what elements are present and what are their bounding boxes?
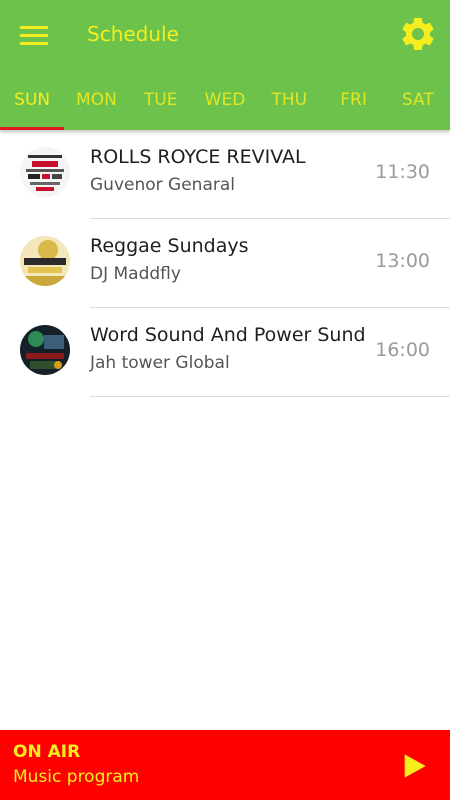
list-item[interactable]: ROLLS ROYCE REVIVAL Guvenor Genaral 11:3…	[20, 130, 450, 219]
tab-fri[interactable]: FRI	[321, 78, 385, 130]
play-icon[interactable]	[400, 752, 428, 780]
tab-sun[interactable]: SUN	[0, 78, 65, 130]
show-time: 16:00	[375, 339, 430, 361]
day-tabs: SUN MON TUE WED THU FRI SAT	[0, 78, 450, 130]
tab-wed[interactable]: WED	[193, 78, 257, 130]
show-thumbnail	[20, 236, 70, 286]
show-title: Word Sound And Power Sund	[90, 324, 366, 346]
show-host: Jah tower Global	[90, 353, 230, 373]
show-title: Reggae Sundays	[90, 235, 249, 257]
tab-mon[interactable]: MON	[64, 78, 128, 130]
app-bar: Schedule SUN MON TUE WED THU FRI SAT	[0, 0, 450, 130]
show-host: DJ Maddfly	[90, 264, 181, 284]
list-item[interactable]: Word Sound And Power Sund Jah tower Glob…	[20, 308, 450, 397]
program-name: Music program	[13, 767, 140, 787]
show-time: 11:30	[375, 161, 430, 183]
show-title: ROLLS ROYCE REVIVAL	[90, 146, 306, 168]
gear-icon[interactable]	[398, 14, 438, 54]
list-item[interactable]: Reggae Sundays DJ Maddfly 13:00	[20, 219, 450, 308]
tab-sat[interactable]: SAT	[386, 78, 450, 130]
tab-thu[interactable]: THU	[257, 78, 321, 130]
show-thumbnail	[20, 147, 70, 197]
menu-icon[interactable]	[20, 24, 50, 46]
schedule-list: ROLLS ROYCE REVIVAL Guvenor Genaral 11:3…	[0, 130, 450, 397]
on-air-label: ON AIR	[13, 742, 81, 762]
tab-tue[interactable]: TUE	[129, 78, 193, 130]
now-playing-bar[interactable]: ON AIR Music program	[0, 730, 450, 800]
show-host: Guvenor Genaral	[90, 175, 235, 195]
show-time: 13:00	[375, 250, 430, 272]
show-thumbnail	[20, 325, 70, 375]
page-title: Schedule	[87, 22, 179, 46]
